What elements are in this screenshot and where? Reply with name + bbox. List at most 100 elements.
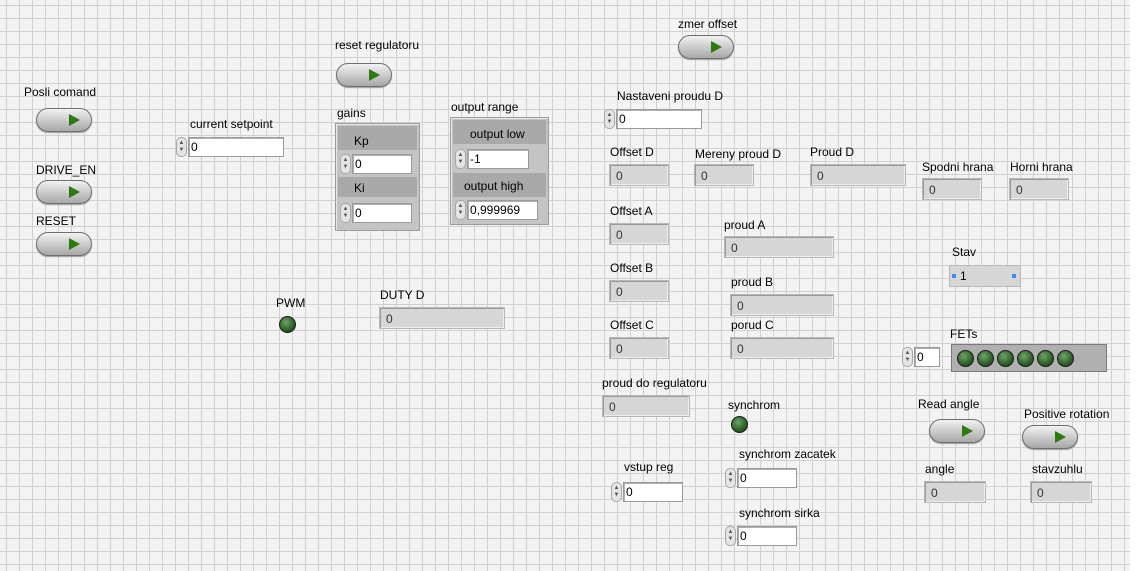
spinner-icon[interactable]: ▲ ▼ xyxy=(455,200,466,220)
output-high-input[interactable] xyxy=(467,200,538,220)
marker-icon xyxy=(952,274,956,278)
front-panel: Posli comand DRIVE_EN RESET current setp… xyxy=(0,0,1137,571)
fet-led xyxy=(977,349,994,367)
positive-rotation-label: Positive rotation xyxy=(1024,407,1110,421)
play-arrow-icon xyxy=(711,41,722,53)
read-angle-button[interactable] xyxy=(929,419,985,443)
fet-led xyxy=(1037,349,1054,367)
spinner-icon[interactable]: ▲ ▼ xyxy=(725,526,736,546)
reset-label: RESET xyxy=(36,214,77,228)
duty-d-label: DUTY D xyxy=(380,288,425,302)
synchrom-zacatek-control: ▲ ▼ xyxy=(725,467,797,489)
vstup-reg-label: vstup reg xyxy=(624,460,674,474)
synchrom-label: synchrom xyxy=(728,398,781,412)
synchrom-sirka-label: synchrom sirka xyxy=(739,506,820,520)
drive-en-label: DRIVE_EN xyxy=(36,163,97,177)
proud-d-label: Proud D xyxy=(810,145,855,159)
play-arrow-icon xyxy=(69,114,80,126)
angle-label: angle xyxy=(925,462,955,476)
spinner-icon[interactable]: ▲ ▼ xyxy=(340,203,351,223)
zmer-offset-button[interactable] xyxy=(678,35,734,59)
current-setpoint-label: current setpoint xyxy=(190,117,273,131)
marker-icon xyxy=(1012,274,1016,278)
posli-comand-button[interactable] xyxy=(36,108,92,132)
proud-a-indicator: 0 xyxy=(724,236,834,258)
mereny-proud-d-label: Mereny proud D xyxy=(695,147,782,161)
fets-label: FETs xyxy=(950,327,978,341)
stav-indicator: 1 xyxy=(949,265,1021,287)
stav-value: 1 xyxy=(960,269,967,283)
stavzuhlu-label: stavzuhlu xyxy=(1032,462,1083,476)
posli-comand-label: Posli comand xyxy=(24,85,97,99)
output-high-control: ▲ ▼ xyxy=(455,199,538,221)
stavzuhlu-indicator: 0 xyxy=(1030,481,1092,503)
synchrom-zacatek-label: synchrom zacatek xyxy=(739,447,836,461)
proud-b-indicator: 0 xyxy=(730,294,834,316)
spinner-icon[interactable]: ▲ ▼ xyxy=(455,149,466,169)
proud-do-regulatoru-indicator: 0 xyxy=(602,395,690,417)
proud-b-label: proud B xyxy=(731,275,774,289)
ki-control: ▲ ▼ xyxy=(340,202,412,224)
ki-input[interactable] xyxy=(352,203,412,223)
play-arrow-icon xyxy=(962,425,973,437)
spodni-hrana-label: Spodni hrana xyxy=(922,160,994,174)
synchrom-sirka-control: ▲ ▼ xyxy=(725,525,797,547)
mereny-proud-d-indicator: 0 xyxy=(694,164,754,186)
spinner-icon[interactable]: ▲ ▼ xyxy=(725,468,736,488)
spinner-icon[interactable]: ▲ ▼ xyxy=(176,137,187,157)
output-high-label: output high xyxy=(464,179,524,193)
reset-button[interactable] xyxy=(36,232,92,256)
offset-c-indicator: 0 xyxy=(609,337,669,359)
horni-hrana-label: Horni hrana xyxy=(1010,160,1073,174)
play-arrow-icon xyxy=(1055,431,1066,443)
offset-c-label: Offset C xyxy=(610,318,654,332)
fet-led xyxy=(957,349,974,367)
fets-index-control: ▲ ▼ xyxy=(902,346,940,368)
output-low-label: output low xyxy=(470,127,525,141)
porud-c-label: porud C xyxy=(731,318,774,332)
vstup-reg-input[interactable] xyxy=(623,482,683,502)
spinner-icon[interactable]: ▲ ▼ xyxy=(340,154,351,174)
offset-b-label: Offset B xyxy=(610,261,654,275)
synchrom-led xyxy=(731,416,748,433)
fets-led-array xyxy=(951,344,1107,372)
offset-a-label: Offset A xyxy=(610,204,653,218)
kp-control: ▲ ▼ xyxy=(340,153,412,175)
nastaveni-proudu-d-input[interactable] xyxy=(616,109,702,129)
nastaveni-proudu-d-control: ▲ ▼ xyxy=(604,108,702,130)
proud-a-label: proud A xyxy=(724,218,766,232)
output-low-input[interactable] xyxy=(467,149,529,169)
angle-indicator: 0 xyxy=(924,481,986,503)
offset-a-indicator: 0 xyxy=(609,223,669,245)
offset-b-indicator: 0 xyxy=(609,280,669,302)
drive-en-button[interactable] xyxy=(36,180,92,204)
current-setpoint-input[interactable] xyxy=(188,137,284,157)
stav-label: Stav xyxy=(952,245,977,259)
reset-regulatoru-button[interactable] xyxy=(336,63,392,87)
synchrom-sirka-input[interactable] xyxy=(737,526,797,546)
ki-label: Ki xyxy=(354,181,365,195)
positive-rotation-button[interactable] xyxy=(1022,425,1078,449)
spinner-icon[interactable]: ▲ ▼ xyxy=(604,109,615,129)
vstup-reg-control: ▲ ▼ xyxy=(611,481,683,503)
gains-title: gains xyxy=(337,106,366,120)
fet-led xyxy=(1017,349,1034,367)
offset-d-label: Offset D xyxy=(610,145,654,159)
spinner-icon[interactable]: ▲ ▼ xyxy=(611,482,622,502)
synchrom-zacatek-input[interactable] xyxy=(737,468,797,488)
horni-hrana-indicator: 0 xyxy=(1009,178,1069,200)
spinner-icon[interactable]: ▲ ▼ xyxy=(902,347,913,367)
reset-regulatoru-label: reset regulatoru xyxy=(335,38,420,52)
fets-index-input[interactable] xyxy=(914,347,940,367)
kp-input[interactable] xyxy=(352,154,412,174)
zmer-offset-label: zmer offset xyxy=(678,17,738,31)
output-range-title: output range xyxy=(451,100,519,114)
pwm-led xyxy=(279,316,296,333)
play-arrow-icon xyxy=(69,238,80,250)
play-arrow-icon xyxy=(69,186,80,198)
offset-d-indicator: 0 xyxy=(609,164,669,186)
porud-c-indicator: 0 xyxy=(730,337,834,359)
output-range-cluster: output low ▲▼ output high ▲▼ xyxy=(450,117,549,225)
kp-label: Kp xyxy=(354,134,369,148)
read-angle-label: Read angle xyxy=(918,397,980,411)
